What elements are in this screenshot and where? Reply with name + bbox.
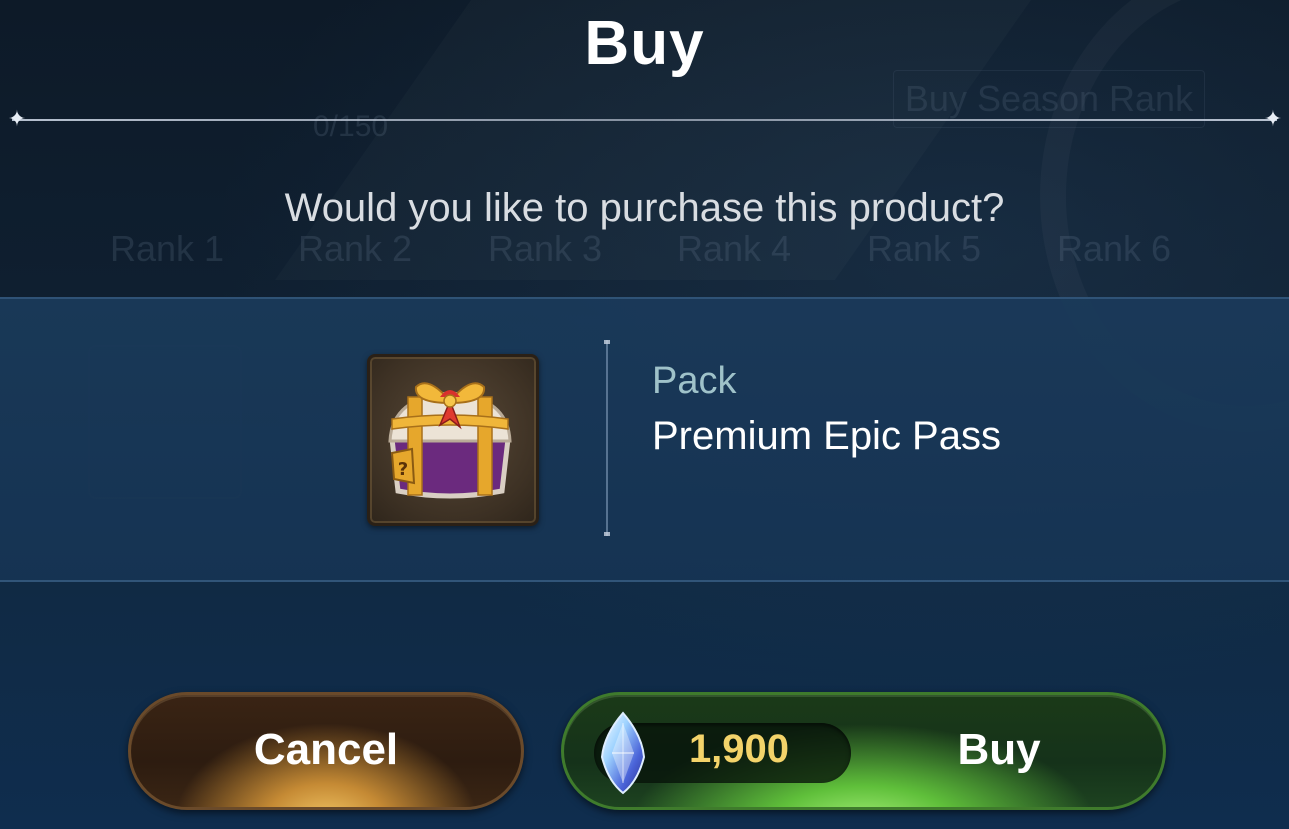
product-separator	[606, 340, 608, 536]
product-icon-frame: ?	[367, 354, 539, 526]
cancel-button-label: Cancel	[253, 725, 399, 774]
product-category: Pack	[652, 360, 737, 402]
buy-button-label: Buy	[957, 725, 1041, 774]
background-progress: 0/150	[313, 110, 389, 143]
crystal-gem-icon	[600, 711, 646, 795]
buy-button[interactable]: 1,900 Buy	[561, 692, 1166, 810]
background-rank-5: Rank 5	[867, 228, 982, 269]
background-rank-6: Rank 6	[1057, 228, 1172, 269]
background-rank-1: Rank 1	[110, 228, 225, 269]
separator-cap	[604, 532, 610, 536]
title-divider	[12, 119, 1277, 121]
sparkle-icon: ✦	[7, 106, 27, 131]
purchase-dialog: 0/150 Buy Season Rank Rank 1 Rank 2 Rank…	[0, 0, 1289, 829]
background-rank-4: Rank 4	[677, 228, 792, 269]
background-rank-2: Rank 2	[298, 228, 413, 269]
svg-text:?: ?	[398, 459, 408, 480]
dialog-title: Buy	[584, 9, 705, 78]
product-name: Premium Epic Pass	[652, 414, 1001, 458]
cancel-button[interactable]: Cancel	[128, 692, 524, 810]
product-panel	[0, 297, 1289, 582]
confirmation-question: Would you like to purchase this product?	[284, 186, 1005, 230]
separator-cap	[604, 340, 610, 344]
price-value: 1,900	[688, 727, 790, 771]
gift-chest-icon: ?	[388, 382, 512, 499]
background-rank-3: Rank 3	[488, 228, 603, 269]
sparkle-icon: ✦	[1263, 106, 1283, 131]
